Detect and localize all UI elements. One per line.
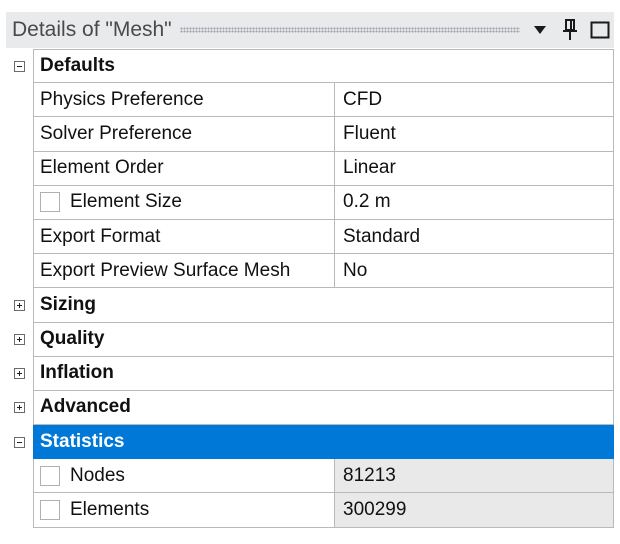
category-row-defaults[interactable]: Defaults bbox=[6, 49, 614, 84]
category-label-statistics: Statistics bbox=[33, 425, 614, 460]
expand-toggle-advanced[interactable] bbox=[6, 391, 33, 425]
property-name: Element Size bbox=[70, 191, 182, 213]
property-row[interactable]: Element Order Linear bbox=[6, 151, 614, 186]
details-grid: Defaults Physics Preference CFD Solver P… bbox=[6, 49, 614, 528]
parameter-checkbox[interactable] bbox=[40, 192, 60, 213]
property-row[interactable]: Elements 300299 bbox=[6, 493, 614, 528]
details-title-bar[interactable]: Details of "Mesh" bbox=[6, 12, 614, 48]
property-value-readonly: 81213 bbox=[334, 459, 614, 494]
minus-icon bbox=[14, 60, 25, 72]
property-value[interactable]: 0.2 m bbox=[334, 185, 614, 220]
property-row[interactable]: Element Size 0.2 m bbox=[6, 185, 614, 220]
category-row-inflation[interactable]: Inflation bbox=[6, 356, 614, 391]
property-value[interactable]: CFD bbox=[334, 83, 614, 118]
panel-title: Details of "Mesh" bbox=[12, 18, 172, 41]
property-name: Element Order bbox=[33, 151, 334, 186]
category-label-inflation: Inflation bbox=[33, 356, 614, 391]
category-label-advanced: Advanced bbox=[33, 390, 614, 426]
property-name: Physics Preference bbox=[33, 83, 334, 118]
plus-icon bbox=[14, 402, 25, 414]
category-label-quality: Quality bbox=[33, 322, 614, 357]
parameter-checkbox[interactable] bbox=[40, 465, 60, 486]
expand-toggle-sizing[interactable] bbox=[6, 288, 33, 322]
property-row[interactable]: Nodes 81213 bbox=[6, 459, 614, 494]
collapse-toggle-defaults[interactable] bbox=[6, 49, 33, 83]
property-value[interactable]: Standard bbox=[334, 219, 614, 255]
expand-toggle-inflation[interactable] bbox=[6, 357, 33, 391]
plus-icon bbox=[14, 299, 25, 311]
property-value[interactable]: Linear bbox=[334, 151, 614, 186]
property-value[interactable]: Fluent bbox=[334, 117, 614, 152]
property-name: Export Format bbox=[33, 219, 334, 255]
minus-icon bbox=[14, 436, 25, 448]
pin-icon[interactable] bbox=[560, 19, 580, 41]
category-row-sizing[interactable]: Sizing bbox=[6, 288, 614, 323]
property-row[interactable]: Export Preview Surface Mesh No bbox=[6, 254, 614, 289]
category-label-sizing: Sizing bbox=[33, 288, 614, 323]
dropdown-arrow-icon[interactable] bbox=[530, 19, 550, 41]
property-name-with-checkbox: Element Size bbox=[33, 185, 334, 220]
collapse-toggle-statistics[interactable] bbox=[6, 425, 33, 459]
property-name: Elements bbox=[70, 499, 150, 521]
parameter-checkbox[interactable] bbox=[40, 500, 60, 521]
property-row[interactable]: Physics Preference CFD bbox=[6, 83, 614, 118]
category-label-defaults: Defaults bbox=[33, 49, 614, 84]
category-row-quality[interactable]: Quality bbox=[6, 322, 614, 357]
property-row[interactable]: Solver Preference Fluent bbox=[6, 117, 614, 152]
expand-toggle-quality[interactable] bbox=[6, 323, 33, 357]
property-name-with-checkbox: Nodes bbox=[33, 459, 334, 494]
maximize-icon[interactable] bbox=[590, 19, 610, 41]
property-name-with-checkbox: Elements bbox=[33, 493, 334, 528]
property-row[interactable]: Export Format Standard bbox=[6, 219, 614, 255]
property-name: Export Preview Surface Mesh bbox=[33, 254, 334, 289]
property-name: Solver Preference bbox=[33, 117, 334, 152]
property-value-readonly: 300299 bbox=[334, 493, 614, 528]
plus-icon bbox=[14, 368, 25, 380]
category-row-statistics[interactable]: Statistics bbox=[6, 425, 614, 460]
drag-grip[interactable] bbox=[179, 27, 520, 33]
plus-icon bbox=[14, 334, 25, 346]
property-name: Nodes bbox=[70, 464, 125, 486]
category-row-advanced[interactable]: Advanced bbox=[6, 390, 614, 426]
details-panel: Details of "Mesh" Defaults Physics Prefe… bbox=[0, 0, 620, 544]
property-value[interactable]: No bbox=[334, 254, 614, 289]
